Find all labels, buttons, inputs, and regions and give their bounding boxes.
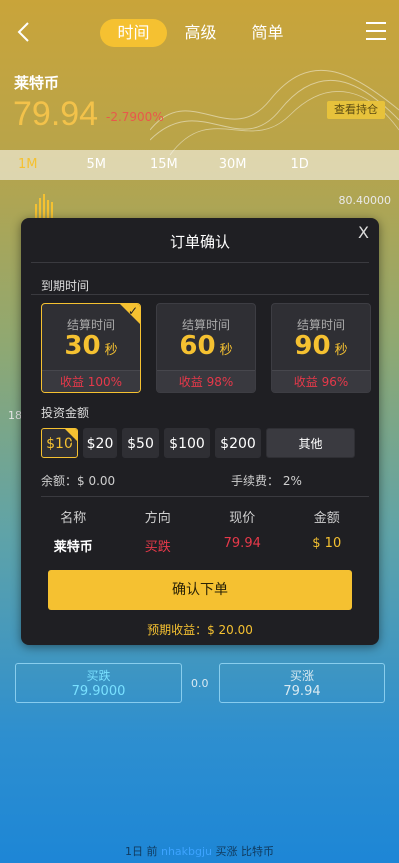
activity-ticker: 1日 前 nhakbgju 买涨 比特币 [124,845,275,858]
y-axis-top-label: 80.40000 [338,194,392,207]
divider [31,294,369,295]
checkmark-icon: ✓ [68,437,76,447]
buy-down-label: 买跌 [86,669,111,683]
asset-name: 莱特币 [14,74,60,92]
mode-tabs: 时间 高级 简单 [100,19,301,47]
ticker-user: nhakbgju [160,845,213,858]
current-price: 79.94 [13,95,99,133]
buy-up-price: 79.94 [283,684,321,699]
confirm-order-button[interactable]: 确认下单 [48,570,352,610]
row-name: 莱特币 [53,540,93,555]
amount-50[interactable]: $50 [122,428,159,458]
row-amount: $ 10 [312,536,342,551]
amount-10[interactable]: $10 ✓ [41,428,78,458]
divider [31,262,369,263]
spread-value: 0.0 [191,677,209,690]
balance-text: 余额：$ 0.00 [41,474,116,488]
order-table-row: 莱特币 买跌 79.94 $ 10 [31,536,369,555]
header-price: 现价 [229,511,256,526]
card-value: 30 秒 [64,331,118,361]
tab-time[interactable]: 时间 [100,19,167,47]
close-icon[interactable]: X [358,223,369,242]
card-value: 60 秒 [179,331,233,361]
fee-text: 手续费： 2% [231,474,302,488]
order-table-header: 名称 方向 现价 金额 [31,507,369,526]
header-name: 名称 [60,511,87,526]
dialog-title: 订单确认 [169,233,230,251]
order-confirm-dialog: 订单确认 X 到期时间 结算时间 30 秒 收益 100% ✓ 结算时间 60 秒 … [21,218,379,645]
expiry-card-90s[interactable]: 结算时间 90 秒 收益 96% [271,303,371,393]
amount-200[interactable]: $200 [215,428,261,458]
tab-simple[interactable]: 简单 [234,19,301,47]
row-direction: 买跌 [144,540,171,555]
timeframe-1m[interactable]: 1M [18,150,38,180]
expiry-card-30s[interactable]: 结算时间 30 秒 收益 100% ✓ [41,303,141,393]
buy-up-button[interactable]: 买涨 79.94 [219,663,385,703]
card-income: 收益 96% [272,370,370,392]
timeframe-1d[interactable]: 1D [291,150,309,180]
candlestick-fragment [35,194,53,220]
amount-100[interactable]: $100 [164,428,210,458]
buy-up-label: 买涨 [289,669,314,683]
timeframe-30m[interactable]: 30M [219,150,247,180]
price-change: -2.7900% [106,110,164,124]
card-income: 收益 98% [157,370,255,392]
amount-options: $10 ✓ $20 $50 $100 $200 其他 [41,428,355,458]
expiry-card-60s[interactable]: 结算时间 60 秒 收益 98% [156,303,256,393]
card-value: 90 秒 [294,331,348,361]
amount-20[interactable]: $20 [83,428,117,458]
amount-other[interactable]: 其他 [266,428,355,458]
checkmark-icon: ✓ [127,304,138,318]
buy-down-button[interactable]: 买跌 79.9000 [15,663,182,703]
amount-label: 投资金额 [41,406,90,420]
view-positions-button[interactable]: 查看持仓 [327,101,385,119]
buy-down-price: 79.9000 [71,684,126,699]
expiry-label: 到期时间 [41,279,90,293]
tab-advanced[interactable]: 高级 [167,19,234,47]
top-bar: 时间 高级 简单 [0,0,399,66]
timeframe-bar: 1M 5M 15M 30M 1D [0,150,399,180]
divider [41,496,369,497]
y-axis-left-label: 18 [8,409,22,422]
expiry-options: 结算时间 30 秒 收益 100% ✓ 结算时间 60 秒 收益 98% 结算时间 … [41,303,379,395]
timeframe-15m[interactable]: 15M [150,150,178,180]
header-direction: 方向 [144,511,171,526]
menu-icon[interactable] [366,22,386,40]
card-income: 收益 100% [42,370,140,392]
expected-profit: 预期收益：$ 20.00 [147,623,253,637]
header-amount: 金额 [313,511,340,526]
timeframe-5m[interactable]: 5M [87,150,107,180]
row-price: 79.94 [223,536,261,551]
back-arrow-icon[interactable] [14,20,34,44]
